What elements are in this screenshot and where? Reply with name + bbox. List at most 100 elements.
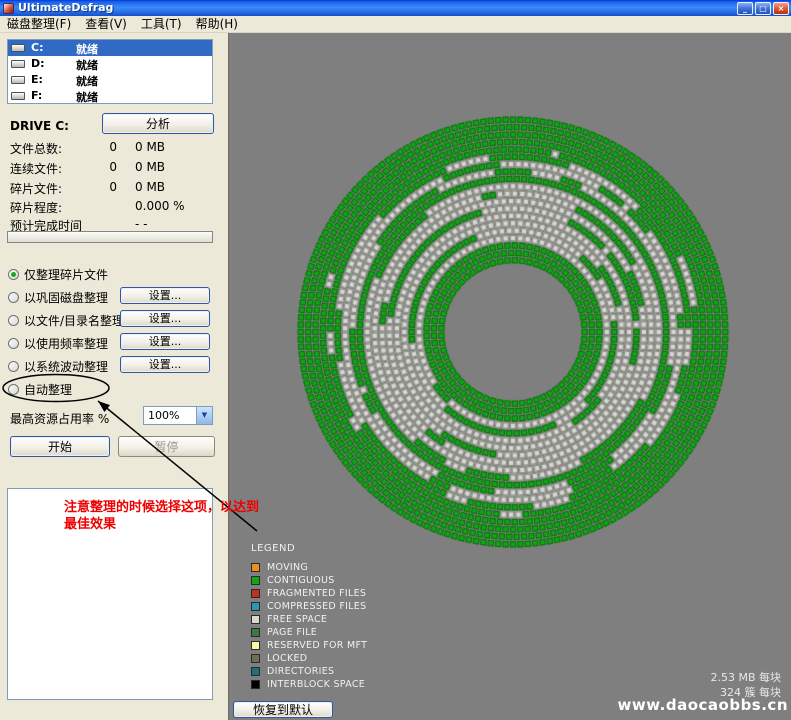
drive-row-e[interactable]: E: 就绪 (8, 72, 212, 88)
menu-help[interactable]: 帮助(H) (189, 16, 245, 32)
free-space-swatch-icon (251, 615, 260, 624)
radio-icon[interactable] (8, 292, 19, 303)
legend-item-fragmented: FRAGMENTED FILES (251, 587, 367, 600)
radio-icon[interactable] (8, 338, 19, 349)
menu-bar: 磁盘整理(F) 查看(V) 工具(T) 帮助(H) (0, 16, 791, 33)
drive-title: DRIVE C: (10, 119, 69, 133)
annotation-text: 注意整理的时候选择这项，以达到 最佳效果 (64, 499, 332, 533)
drive-row-c[interactable]: C: 就绪 (8, 40, 212, 56)
stat-count: 0 (82, 180, 117, 194)
stat-count: 0 (82, 160, 117, 174)
resource-usage-label: 最高资源占用率 % (10, 410, 109, 427)
stat-row-eta: 预计完成时间 - - (7, 217, 217, 232)
option-consolidate[interactable]: 以巩固磁盘整理 (8, 289, 108, 305)
moving-swatch-icon (251, 563, 260, 572)
drive-icon (11, 44, 25, 52)
stat-label: 碎片程度: (10, 199, 62, 216)
option-auto-defrag[interactable]: 自动整理 (8, 381, 72, 397)
drive-status: 就绪 (76, 41, 98, 57)
legend-label: FRAGMENTED FILES (267, 588, 366, 599)
resource-usage-dropdown[interactable]: 100% ▼ (143, 406, 213, 425)
legend-title: LEGEND (251, 543, 367, 554)
drive-row-d[interactable]: D: 就绪 (8, 56, 212, 72)
disk-map-panel: LEGEND MOVING CONTIGUOUS FRAGMENTED FILE… (228, 33, 791, 720)
directories-swatch-icon (251, 667, 260, 676)
option-label: 仅整理碎片文件 (24, 266, 108, 283)
drive-name: D: (31, 57, 45, 70)
pause-button[interactable]: 暂停 (118, 436, 215, 457)
drive-icon (11, 60, 25, 68)
legend-item-contiguous: CONTIGUOUS (251, 574, 367, 587)
legend-item-page-file: PAGE FILE (251, 626, 367, 639)
legend-label: DIRECTORIES (267, 666, 334, 677)
block-size-info: 2.53 MB 每块 (710, 669, 781, 685)
watermark: www.daocaobbs.cn (618, 696, 788, 714)
annotation-line1: 注意整理的时候选择这项，以达到 (64, 500, 259, 515)
minimize-button[interactable]: _ (737, 2, 753, 15)
legend-label: COMPRESSED FILES (267, 601, 366, 612)
dropdown-value: 100% (144, 407, 196, 424)
stat-label: 碎片文件: (10, 180, 62, 197)
legend-label: LOCKED (267, 653, 307, 664)
stat-size: 0 MB (135, 180, 165, 194)
stat-count: 0 (82, 140, 117, 154)
contiguous-swatch-icon (251, 576, 260, 585)
legend-label: INTERBLOCK SPACE (267, 679, 365, 690)
menu-defrag[interactable]: 磁盘整理(F) (0, 16, 78, 32)
drive-icon (11, 92, 25, 100)
mft-swatch-icon (251, 641, 260, 650)
interblock-swatch-icon (251, 680, 260, 689)
stat-row-contiguous-files: 连续文件: 0 0 MB (7, 160, 217, 175)
option-label: 以系统波动整理 (24, 358, 108, 375)
analyze-button[interactable]: 分析 (102, 113, 214, 134)
close-button[interactable]: × (773, 2, 789, 15)
title-bar[interactable]: UltimateDefrag _ □ × (0, 0, 791, 16)
legend-item-mft: RESERVED FOR MFT (251, 639, 367, 652)
settings-button-consolidate[interactable]: 设置... (120, 287, 210, 304)
app-window: UltimateDefrag _ □ × 磁盘整理(F) 查看(V) 工具(T)… (0, 0, 791, 720)
drive-status: 就绪 (76, 57, 98, 73)
drive-row-f[interactable]: F: 就绪 (8, 88, 212, 104)
menu-view[interactable]: 查看(V) (78, 16, 134, 32)
legend-item-locked: LOCKED (251, 652, 367, 665)
legend-item-interblock: INTERBLOCK SPACE (251, 678, 367, 691)
legend-label: PAGE FILE (267, 627, 317, 638)
stat-size: 0 MB (135, 160, 165, 174)
legend-item-directories: DIRECTORIES (251, 665, 367, 678)
legend: LEGEND MOVING CONTIGUOUS FRAGMENTED FILE… (251, 543, 367, 691)
legend-item-moving: MOVING (251, 561, 367, 574)
maximize-button[interactable]: □ (755, 2, 771, 15)
drive-status: 就绪 (76, 73, 98, 89)
drive-name: F: (31, 89, 42, 102)
restore-default-button[interactable]: 恢复到默认 (233, 701, 333, 718)
stat-label: 文件总数: (10, 140, 62, 157)
option-system-volatility[interactable]: 以系统波动整理 (8, 358, 108, 374)
stat-row-fragmentation: 碎片程度: 0.000 % (7, 199, 217, 214)
legend-label: CONTIGUOUS (267, 575, 335, 586)
legend-item-compressed: COMPRESSED FILES (251, 600, 367, 613)
radio-icon[interactable] (8, 384, 19, 395)
radio-icon[interactable] (8, 315, 19, 326)
option-file-dir-name[interactable]: 以文件/目录名整理 (8, 312, 124, 328)
page-file-swatch-icon (251, 628, 260, 637)
stat-label: 连续文件: (10, 160, 62, 177)
option-fragmented-only[interactable]: 仅整理碎片文件 (8, 266, 108, 282)
chevron-down-icon[interactable]: ▼ (196, 407, 212, 424)
stat-row-fragmented-files: 碎片文件: 0 0 MB (7, 180, 217, 195)
option-usage-frequency[interactable]: 以使用频率整理 (8, 335, 108, 351)
left-panel: C: 就绪 D: 就绪 E: 就绪 F: 就绪 DRIVE C: 分析 文件总数… (0, 33, 228, 720)
radio-icon[interactable] (8, 269, 19, 280)
legend-label: MOVING (267, 562, 308, 573)
stat-size: 0 MB (135, 140, 165, 154)
radio-icon[interactable] (8, 361, 19, 372)
option-label: 以文件/目录名整理 (24, 312, 124, 329)
option-label: 以使用频率整理 (24, 335, 108, 352)
drive-list[interactable]: C: 就绪 D: 就绪 E: 就绪 F: 就绪 (7, 39, 213, 104)
compressed-swatch-icon (251, 602, 260, 611)
start-button[interactable]: 开始 (10, 436, 110, 457)
settings-button-file-dir[interactable]: 设置... (120, 310, 210, 327)
settings-button-volatility[interactable]: 设置... (120, 356, 210, 373)
drive-icon (11, 76, 25, 84)
settings-button-frequency[interactable]: 设置... (120, 333, 210, 350)
menu-tools[interactable]: 工具(T) (134, 16, 189, 32)
